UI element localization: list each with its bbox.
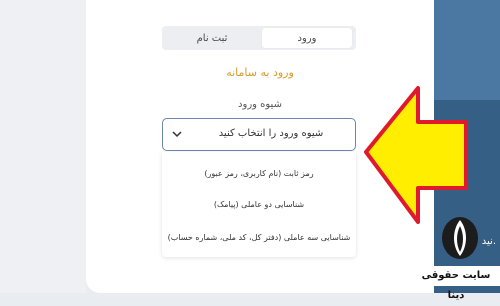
pointer-arrow-icon xyxy=(364,86,468,224)
option-fixed-password[interactable]: رمز ثابت (نام کاربری، رمز عبور) xyxy=(162,169,356,178)
site-logo-icon xyxy=(442,217,478,259)
chevron-down-icon xyxy=(172,131,182,138)
background-left xyxy=(0,0,86,293)
login-method-select[interactable]: شیوه ورود را انتخاب کنید xyxy=(162,118,356,151)
login-method-options: رمز ثابت (نام کاربری، رمز عبور) شناسایی … xyxy=(162,152,356,257)
option-two-factor[interactable]: شناسایی دو عاملی (پیامک) xyxy=(162,200,356,209)
watermark-text: سایت حقوقی دینا xyxy=(412,266,500,301)
page-title: ورود به سامانه xyxy=(226,66,294,79)
tab-login[interactable]: ورود xyxy=(262,28,352,48)
tab-register[interactable]: ثبت نام xyxy=(166,28,258,48)
login-method-value: شیوه ورود را انتخاب کنید xyxy=(218,128,324,139)
auth-tabs: ورود ثبت نام xyxy=(162,26,356,50)
option-three-factor[interactable]: شناسایی سه عاملی (دفتر کل، کد ملی، شماره… xyxy=(162,233,356,242)
